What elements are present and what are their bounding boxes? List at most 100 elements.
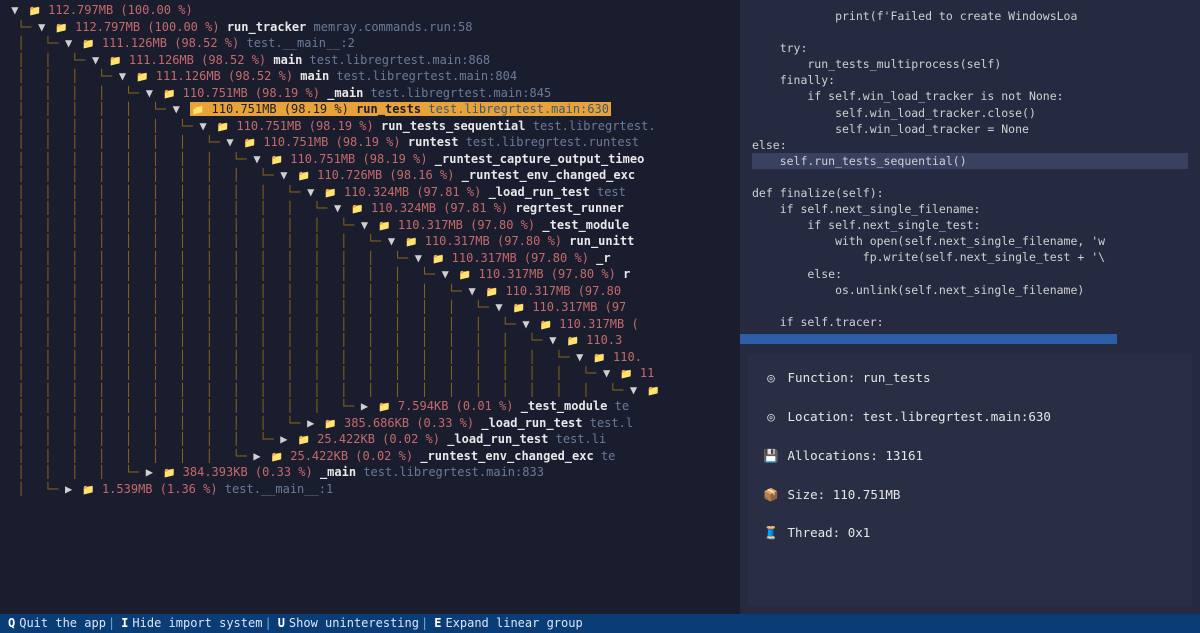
expand-arrow-icon[interactable]: ▶ [280, 431, 290, 447]
tree-row[interactable]: │ │ │ │ │ │ └─ ▼ 📁 110.751MB (98.19 %) r… [4, 118, 736, 135]
tree-row[interactable]: │ │ │ │ │ │ │ │ │ │ │ │ │ │ │ │ │ │ │ │ … [4, 382, 736, 399]
expand-arrow-icon[interactable]: ▼ [388, 233, 398, 249]
tree-row[interactable]: │ │ │ │ │ │ │ │ │ │ │ │ │ └─ ▼ 📁 110.317… [4, 233, 736, 250]
expand-arrow-icon[interactable]: ▼ [92, 52, 102, 68]
tree-row[interactable]: ▼ 📁 112.797MB (100.00 %) [4, 2, 736, 19]
expand-arrow-icon[interactable]: ▶ [65, 481, 75, 497]
shortcut-key[interactable]: I [117, 615, 132, 631]
tree-row[interactable]: │ │ │ │ │ │ │ │ │ │ │ │ │ │ │ │ │ │ │ │ … [4, 365, 736, 382]
tree-indent: │ │ │ │ └─ [4, 464, 139, 480]
expand-arrow-icon[interactable]: ▼ [226, 134, 236, 150]
expand-arrow-icon[interactable]: ▼ [38, 19, 48, 35]
shortcut-key[interactable]: U [274, 615, 289, 631]
tree-indent: │ │ │ │ │ │ │ │ │ │ │ │ │ │ │ │ └─ [4, 283, 461, 299]
expand-arrow-icon[interactable]: ▶ [146, 464, 156, 480]
tree-fn-name: _runtest_env_changed_exc [420, 449, 593, 463]
tree-row[interactable]: │ │ │ └─ ▼ 📁 111.126MB (98.52 %) main te… [4, 68, 736, 85]
tree-row[interactable]: │ │ └─ ▼ 📁 111.126MB (98.52 %) main test… [4, 52, 736, 69]
tree-pct: (97.81 %) [416, 185, 481, 199]
tree-pct: (0.02 %) [355, 449, 413, 463]
tree-pct: (98.52 %) [201, 53, 266, 67]
expand-arrow-icon[interactable]: ▼ [415, 250, 425, 266]
tree-indent: │ │ │ │ │ │ │ │ └─ [4, 448, 246, 464]
tree-row[interactable]: │ │ │ │ │ │ │ │ │ └─ ▶ 📁 25.422KB (0.02 … [4, 431, 736, 448]
expand-arrow-icon[interactable]: ▼ [576, 349, 586, 365]
tree-location: test.__main__:1 [225, 482, 333, 496]
tree-size: 110.324MB [344, 185, 409, 199]
code-line: fp.write(self.next_single_test + '\ [752, 249, 1188, 265]
expand-arrow-icon[interactable]: ▼ [173, 101, 183, 117]
allocation-tree[interactable]: ▼ 📁 112.797MB (100.00 %) └─ ▼ 📁 112.797M… [0, 0, 740, 614]
detail-function: ◎ Function: run_tests [762, 370, 1178, 387]
tree-fn-name: r [623, 267, 630, 281]
shortcut-label: Hide import system [132, 615, 262, 631]
expand-arrow-icon[interactable]: ▼ [630, 382, 640, 398]
tree-row[interactable]: │ │ │ │ │ │ │ │ │ │ │ │ │ │ │ └─ ▼ 📁 110… [4, 266, 736, 283]
expand-arrow-icon[interactable]: ▼ [361, 217, 371, 233]
tree-row[interactable]: │ │ │ │ │ │ │ │ │ │ │ └─ ▼ 📁 110.324MB (… [4, 200, 736, 217]
tree-row[interactable]: │ │ │ │ │ │ │ │ └─ ▶ 📁 25.422KB (0.02 %)… [4, 448, 736, 465]
tree-location: test.libregrtest.runtest [466, 135, 639, 149]
tree-fn-name: main [300, 69, 329, 83]
expand-arrow-icon[interactable]: ▼ [522, 316, 532, 332]
expand-arrow-icon[interactable]: ▼ [495, 299, 505, 315]
tree-pct: (97.80 %) [524, 251, 589, 265]
tree-row[interactable]: │ │ │ │ │ │ │ │ │ │ └─ ▼ 📁 110.324MB (97… [4, 184, 736, 201]
tree-row[interactable]: │ │ │ │ │ │ │ │ │ │ │ │ └─ ▶ 📁 7.594KB (… [4, 398, 736, 415]
expand-arrow-icon[interactable]: ▼ [65, 35, 75, 51]
tree-row[interactable]: │ │ │ │ │ └─ ▼ 📁 110.751MB (98.19 %) run… [4, 101, 736, 118]
tree-location: test.__main__:2 [246, 36, 354, 50]
tree-indent: │ │ └─ [4, 52, 85, 68]
folder-icon: 📁 [244, 138, 256, 149]
expand-arrow-icon[interactable]: ▶ [253, 448, 263, 464]
expand-arrow-icon[interactable]: ▼ [307, 184, 317, 200]
expand-arrow-icon[interactable]: ▶ [361, 398, 371, 414]
tree-location: test.libregrtest.main:630 [428, 102, 609, 116]
shortcut-key[interactable]: Q [4, 615, 19, 631]
expand-arrow-icon[interactable]: ▼ [280, 167, 290, 183]
code-scrollbar[interactable] [740, 334, 1200, 344]
shortcut-key[interactable]: E [430, 615, 445, 631]
expand-arrow-icon[interactable]: ▼ [11, 2, 21, 18]
tree-row[interactable]: │ │ │ │ │ │ │ │ │ │ │ │ │ │ │ │ │ │ │ │ … [4, 349, 736, 366]
tree-row[interactable]: │ │ │ │ └─ ▶ 📁 384.393KB (0.33 %) _main … [4, 464, 736, 481]
expand-arrow-icon[interactable]: ▼ [119, 68, 129, 84]
tree-size: 110.324MB [371, 201, 436, 215]
tree-row[interactable]: │ │ │ │ │ │ │ │ │ └─ ▼ 📁 110.726MB (98.1… [4, 167, 736, 184]
tree-fn-name: run_tracker [227, 20, 306, 34]
folder-icon: 📁 [432, 254, 444, 265]
tree-indent: │ │ │ │ │ │ └─ [4, 118, 192, 134]
tree-row[interactable]: │ └─ ▼ 📁 111.126MB (98.52 %) test.__main… [4, 35, 736, 52]
tree-row[interactable]: │ │ │ │ │ │ │ │ └─ ▼ 📁 110.751MB (98.19 … [4, 151, 736, 168]
expand-arrow-icon[interactable]: ▼ [146, 85, 156, 101]
tree-row[interactable]: │ │ │ │ │ │ │ │ │ │ │ │ │ │ │ │ └─ ▼ 📁 1… [4, 283, 736, 300]
tree-size: 110.751MB [290, 152, 355, 166]
tree-fn-name: main [273, 53, 302, 67]
folder-icon: 📁 [217, 122, 229, 133]
tree-row[interactable]: │ │ │ │ │ │ │ └─ ▼ 📁 110.751MB (98.19 %)… [4, 134, 736, 151]
expand-arrow-icon[interactable]: ▼ [603, 365, 613, 381]
tree-row[interactable]: │ │ │ │ └─ ▼ 📁 110.751MB (98.19 %) _main… [4, 85, 736, 102]
expand-arrow-icon[interactable]: ▼ [200, 118, 210, 134]
folder-icon: 📁 [647, 386, 659, 397]
code-line: finally: [752, 72, 1188, 88]
tree-indent: │ │ │ │ └─ [4, 85, 139, 101]
tree-row[interactable]: │ │ │ │ │ │ │ │ │ │ │ │ └─ ▼ 📁 110.317MB… [4, 217, 736, 234]
tree-row[interactable]: │ │ │ │ │ │ │ │ │ │ │ │ │ │ └─ ▼ 📁 110.3… [4, 250, 736, 267]
tree-row[interactable]: │ │ │ │ │ │ │ │ │ │ │ │ │ │ │ │ │ └─ ▼ 📁… [4, 299, 736, 316]
expand-arrow-icon[interactable]: ▶ [307, 415, 317, 431]
tree-row[interactable]: │ │ │ │ │ │ │ │ │ │ │ │ │ │ │ │ │ │ └─ ▼… [4, 316, 736, 333]
expand-arrow-icon[interactable]: ▼ [334, 200, 344, 216]
expand-arrow-icon[interactable]: ▼ [469, 283, 479, 299]
tree-size: 110.751MB [212, 102, 277, 116]
tree-row[interactable]: └─ ▼ 📁 112.797MB (100.00 %) run_tracker … [4, 19, 736, 36]
expand-arrow-icon[interactable]: ▼ [442, 266, 452, 282]
expand-arrow-icon[interactable]: ▼ [549, 332, 559, 348]
source-code-panel[interactable]: print(f'Failed to create WindowsLoa try:… [740, 0, 1200, 330]
expand-arrow-icon[interactable]: ▼ [253, 151, 263, 167]
tree-row[interactable]: │ │ │ │ │ │ │ │ │ │ └─ ▶ 📁 385.686KB (0.… [4, 415, 736, 432]
statusbar: Q Quit the app | I Hide import system | … [0, 614, 1200, 633]
tree-indent: └─ [4, 19, 31, 35]
tree-row[interactable]: │ │ │ │ │ │ │ │ │ │ │ │ │ │ │ │ │ │ │ └─… [4, 332, 736, 349]
tree-row[interactable]: │ └─ ▶ 📁 1.539MB (1.36 %) test.__main__:… [4, 481, 736, 498]
